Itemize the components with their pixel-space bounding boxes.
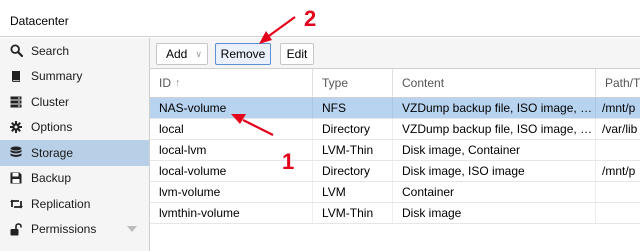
cell-type: LVM-Thin (313, 203, 393, 223)
add-button[interactable]: Add ∨ (156, 43, 208, 65)
cell-path (596, 182, 640, 202)
cell-content: Disk image (393, 203, 596, 223)
column-header-id[interactable]: ID ↑ (150, 69, 313, 97)
cell-path: /mnt/p (602, 164, 636, 178)
cell-content: VZDump backup file, ISO image, … (393, 98, 596, 118)
edit-button-label: Edit (286, 47, 308, 61)
storage-grid: ID ↑ Type Content Path/T NAS-volume NFS … (150, 69, 640, 251)
cell-path: /mnt/p (602, 101, 636, 115)
sidebar-item-options[interactable]: Options (0, 115, 149, 141)
cell-id: NAS-volume (150, 98, 313, 118)
table-row[interactable]: lvmthin-volume LVM-Thin Disk image (150, 203, 640, 224)
proxmox-window: Datacenter Search Summary Cluster Option… (0, 0, 640, 251)
add-button-label: Add (166, 47, 188, 61)
sidebar-item-storage[interactable]: Storage (0, 140, 149, 166)
column-header-type[interactable]: Type (313, 69, 393, 97)
cell-type: Directory (313, 119, 393, 139)
cell-content: VZDump backup file, ISO image, … (393, 119, 596, 139)
table-row[interactable]: NAS-volume NFS VZDump backup file, ISO i… (150, 98, 640, 119)
sidebar-item-label: Storage (31, 145, 74, 160)
cell-type: Directory (313, 161, 393, 181)
chevron-down-icon: ∨ (195, 48, 202, 59)
remove-button[interactable]: Remove (215, 43, 271, 65)
sort-ascending-icon: ↑ (175, 77, 181, 89)
annotation-step-1: 1 (282, 149, 295, 174)
sidebar-item-permissions[interactable]: Permissions (0, 217, 149, 243)
table-row[interactable]: lvm-volume LVM Container (150, 182, 640, 203)
sidebar-item-backup[interactable]: Backup (0, 166, 149, 192)
table-row[interactable]: local-lvm LVM-Thin Disk image, Container (150, 140, 640, 161)
search-icon (9, 44, 23, 58)
cell-content: Container (393, 182, 596, 202)
sidebar-item-label: Permissions (31, 222, 97, 237)
page-title: Datacenter (10, 14, 69, 28)
sidebar-item-cluster[interactable]: Cluster (0, 89, 149, 115)
database-icon (9, 146, 23, 160)
floppy-icon (9, 171, 23, 185)
cell-path: /var/lib (602, 122, 638, 136)
gear-icon (9, 120, 23, 134)
chevron-down-icon[interactable] (127, 225, 137, 232)
cell-content: Disk image, Container (393, 140, 596, 160)
cell-id: lvmthin-volume (150, 203, 313, 223)
sidebar-item-summary[interactable]: Summary (0, 64, 149, 90)
sidebar-item-label: Cluster (31, 94, 70, 109)
column-header-content[interactable]: Content (393, 69, 596, 97)
cell-path (596, 203, 640, 223)
sidebar-item-label: Replication (31, 196, 91, 211)
sidebar-item-label: Backup (31, 171, 72, 186)
edit-button[interactable]: Edit (280, 43, 314, 65)
panel-header: Datacenter (0, 0, 640, 37)
sidebar-item-search[interactable]: Search (0, 38, 149, 64)
column-header-path[interactable]: Path/T (596, 69, 640, 97)
cell-id: local (150, 119, 313, 139)
retweet-icon (9, 197, 23, 211)
table-row[interactable]: local-volume Directory Disk image, ISO i… (150, 161, 640, 182)
grid-header: ID ↑ Type Content Path/T (150, 69, 640, 98)
toolbar: Add ∨ Remove Edit (150, 38, 640, 69)
remove-button-label: Remove (220, 47, 266, 61)
unlock-icon (9, 222, 23, 236)
book-icon (9, 69, 23, 83)
sidebar-item-label: Options (31, 120, 73, 135)
cell-type: LVM-Thin (313, 140, 393, 160)
sidebar: Search Summary Cluster Options Storage B… (0, 38, 150, 251)
cell-type: LVM (313, 182, 393, 202)
annotation-step-2: 2 (304, 6, 317, 31)
storage-panel: Add ∨ Remove Edit ID ↑ Type Content Path… (150, 38, 640, 251)
server-icon (9, 95, 23, 109)
cell-id: lvm-volume (150, 182, 313, 202)
cell-path (596, 140, 640, 160)
sidebar-item-replication[interactable]: Replication (0, 191, 149, 217)
table-row[interactable]: local Directory VZDump backup file, ISO … (150, 119, 640, 140)
sidebar-item-label: Search (31, 43, 70, 58)
cell-content: Disk image, ISO image (393, 161, 596, 181)
cell-type: NFS (313, 98, 393, 118)
sidebar-item-label: Summary (31, 69, 83, 84)
